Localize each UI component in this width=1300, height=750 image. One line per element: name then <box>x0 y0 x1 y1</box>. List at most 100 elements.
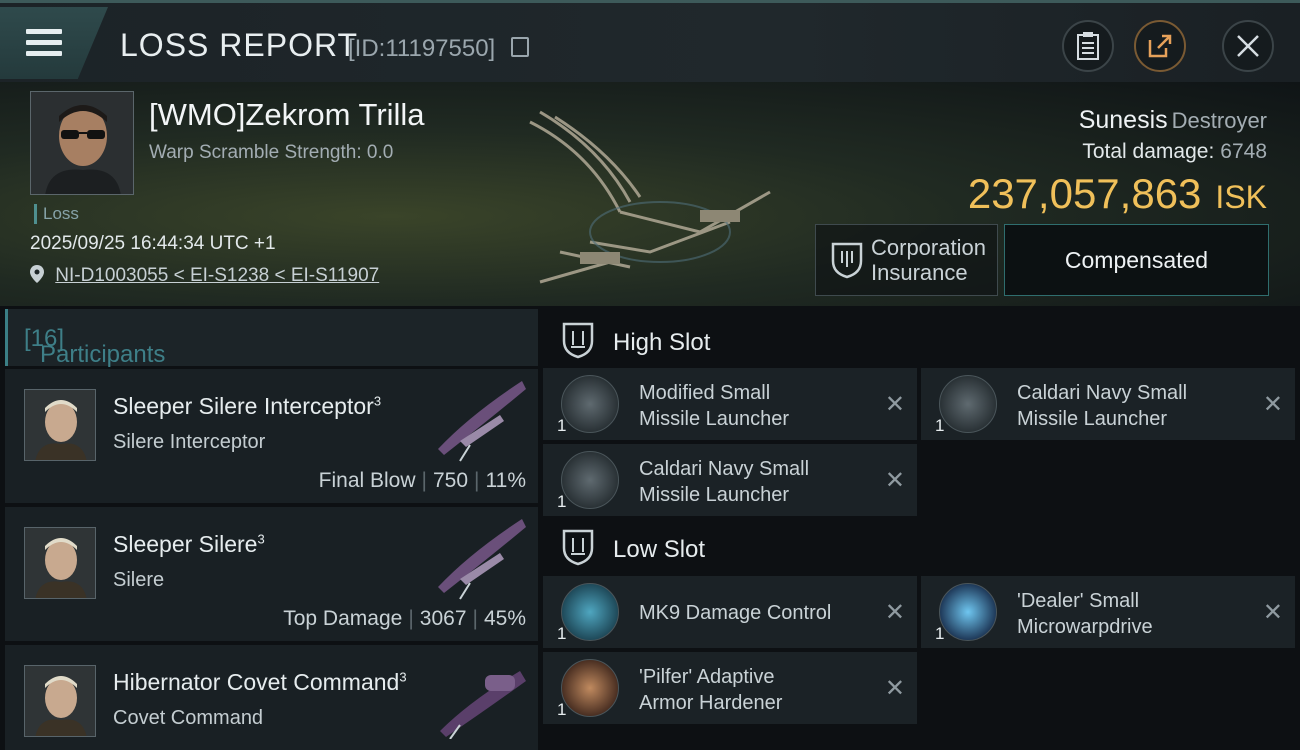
participant-card[interactable]: Hibernator Covet Command3 Covet Command <box>5 645 538 750</box>
insurance-label-line1: Corporation <box>871 235 986 260</box>
participant-stats: Final Blow | 750 | 11% <box>318 469 526 492</box>
participant-role: Final Blow <box>318 469 416 492</box>
corporation-insurance-button[interactable]: Corporation Insurance <box>815 224 998 296</box>
module-name: 'Pilfer' Adaptive Armor Hardener <box>639 664 869 716</box>
total-damage-value: 6748 <box>1220 140 1267 163</box>
menu-icon <box>26 29 62 59</box>
low-slot-header: Low Slot <box>543 519 1300 575</box>
module-item[interactable]: 1 Modified Small Missile Launcher ✕ <box>543 368 917 440</box>
low-slot-title: Low Slot <box>613 536 706 563</box>
ship-class: Destroyer <box>1171 108 1267 133</box>
participant-portrait <box>24 665 96 737</box>
participant-name-text: Hibernator Covet Command <box>113 669 400 695</box>
module-name-line2: Microwarpdrive <box>1017 616 1153 638</box>
share-button[interactable] <box>1134 20 1186 72</box>
module-item[interactable]: 1 'Dealer' Small Microwarpdrive ✕ <box>921 576 1295 648</box>
location-path[interactable]: NI-D1003055 < EI-S1238 < EI-S11907 <box>55 265 379 286</box>
high-slot-title: High Slot <box>613 329 711 356</box>
share-icon <box>1148 34 1172 58</box>
pilot-avatar[interactable] <box>30 91 134 195</box>
participant-ship: Covet Command <box>113 707 264 729</box>
page-title: LOSS REPORT <box>120 27 359 63</box>
sleeper-portrait-icon <box>25 666 95 736</box>
module-item[interactable]: 1 Caldari Navy Small Missile Launcher ✕ <box>543 444 917 516</box>
module-name-line2: Armor Hardener <box>639 692 783 714</box>
victim-ship[interactable]: Sunesis Destroyer <box>1079 106 1267 135</box>
ship-render <box>529 110 771 284</box>
participants-panel: Participants [16] Sleeper Silere Interce… <box>5 309 538 750</box>
module-name: MK9 Damage Control <box>639 600 869 626</box>
clipboard-button[interactable] <box>1062 20 1114 72</box>
module-name-line2: Missile Launcher <box>1017 408 1168 430</box>
module-name-line1: Caldari Navy Small <box>1017 382 1188 404</box>
low-slot-icon <box>562 529 594 566</box>
module-item[interactable]: 1 'Pilfer' Adaptive Armor Hardener ✕ <box>543 652 917 724</box>
participants-label: Participants <box>40 341 166 368</box>
missile-launcher-icon <box>561 375 619 433</box>
isk-value: 237,057,863 ISK <box>968 170 1267 218</box>
participant-name-text: Sleeper Silere Interceptor <box>113 393 374 419</box>
module-name-line2: Missile Launcher <box>639 408 790 430</box>
participant-percent: 11% <box>485 469 526 492</box>
participant-ship: Silere <box>113 569 165 591</box>
copy-icon[interactable] <box>511 37 529 57</box>
sleeper-portrait-icon <box>25 528 95 598</box>
participant-role: Top Damage <box>283 607 403 630</box>
participant-percent: 45% <box>483 607 526 630</box>
warp-scramble-strength: Warp Scramble Strength: 0.0 <box>149 142 394 163</box>
microwarpdrive-icon <box>939 583 997 641</box>
participants-header: Participants [16] <box>5 309 538 368</box>
isk-amount: 237,057,863 <box>967 170 1202 217</box>
module-name-line1: Caldari Navy Small <box>639 458 810 480</box>
participant-card[interactable]: Sleeper Silere3 Silere Top Damage | 3067 | 4… <box>5 507 538 641</box>
participant-name: Sleeper Silere3 <box>113 531 265 558</box>
module-name-line1: Modified Small <box>639 382 771 404</box>
isk-unit: ISK <box>1215 179 1267 215</box>
module-name-line2: Missile Launcher <box>639 484 790 506</box>
total-damage: Total damage: 6748 <box>1082 140 1267 164</box>
participant-damage: 3067 <box>419 607 467 630</box>
participant-card[interactable]: Sleeper Silere Interceptor3 Silere Inter… <box>5 369 538 503</box>
participant-tier: 3 <box>373 393 382 409</box>
module-name-line1: 'Dealer' Small <box>1017 590 1140 612</box>
module-name: Modified Small Missile Launcher <box>639 380 869 432</box>
insurance-shield-icon <box>831 242 863 279</box>
high-slot-header: High Slot <box>543 312 1300 368</box>
participant-ship-icon <box>438 381 526 462</box>
module-item[interactable]: 1 MK9 Damage Control ✕ <box>543 576 917 648</box>
destroyed-icon: ✕ <box>884 599 905 626</box>
participant-portrait <box>24 389 96 461</box>
fitting-panel: High Slot 1 Modified Small Missile Launch… <box>543 309 1300 750</box>
module-item[interactable]: 1 Caldari Navy Small Missile Launcher ✕ <box>921 368 1295 440</box>
module-name: 'Dealer' Small Microwarpdrive <box>1017 588 1247 640</box>
module-name: Caldari Navy Small Missile Launcher <box>1017 380 1247 432</box>
loss-header: [WMO]Zekrom Trilla Warp Scramble Strengt… <box>0 82 1300 306</box>
module-name: Caldari Navy Small Missile Launcher <box>639 456 869 508</box>
module-qty: 1 <box>557 492 567 511</box>
insurance-label-line2: Insurance <box>871 260 968 285</box>
participant-name: Hibernator Covet Command3 <box>113 669 407 696</box>
total-damage-label: Total damage: <box>1082 140 1215 163</box>
close-button[interactable] <box>1222 20 1274 72</box>
pilot-portrait-icon <box>31 92 133 194</box>
module-name-line1: MK9 Damage Control <box>639 602 832 624</box>
module-qty: 1 <box>557 700 567 719</box>
module-qty: 1 <box>557 624 567 643</box>
menu-button[interactable] <box>0 7 108 79</box>
clipboard-icon <box>1077 32 1099 60</box>
missile-launcher-icon <box>561 451 619 509</box>
report-id: [ID:11197550] <box>348 35 496 62</box>
location-link[interactable]: NI-D1003055 < EI-S1238 < EI-S11907 <box>30 265 379 287</box>
compensation-status[interactable]: Compensated <box>1004 224 1269 296</box>
module-qty: 1 <box>935 624 945 643</box>
participant-tier: 3 <box>399 669 407 685</box>
location-pin-icon <box>30 265 44 283</box>
participant-ship: Silere Interceptor <box>113 431 266 453</box>
pilot-name[interactable]: [WMO]Zekrom Trilla <box>149 97 425 133</box>
insurance-label: Corporation Insurance <box>871 235 986 285</box>
high-slot-icon <box>562 322 594 359</box>
armor-hardener-icon <box>561 659 619 717</box>
destroyed-icon: ✕ <box>1262 599 1283 626</box>
participant-ship-icon <box>440 671 526 739</box>
damage-control-icon <box>561 583 619 641</box>
